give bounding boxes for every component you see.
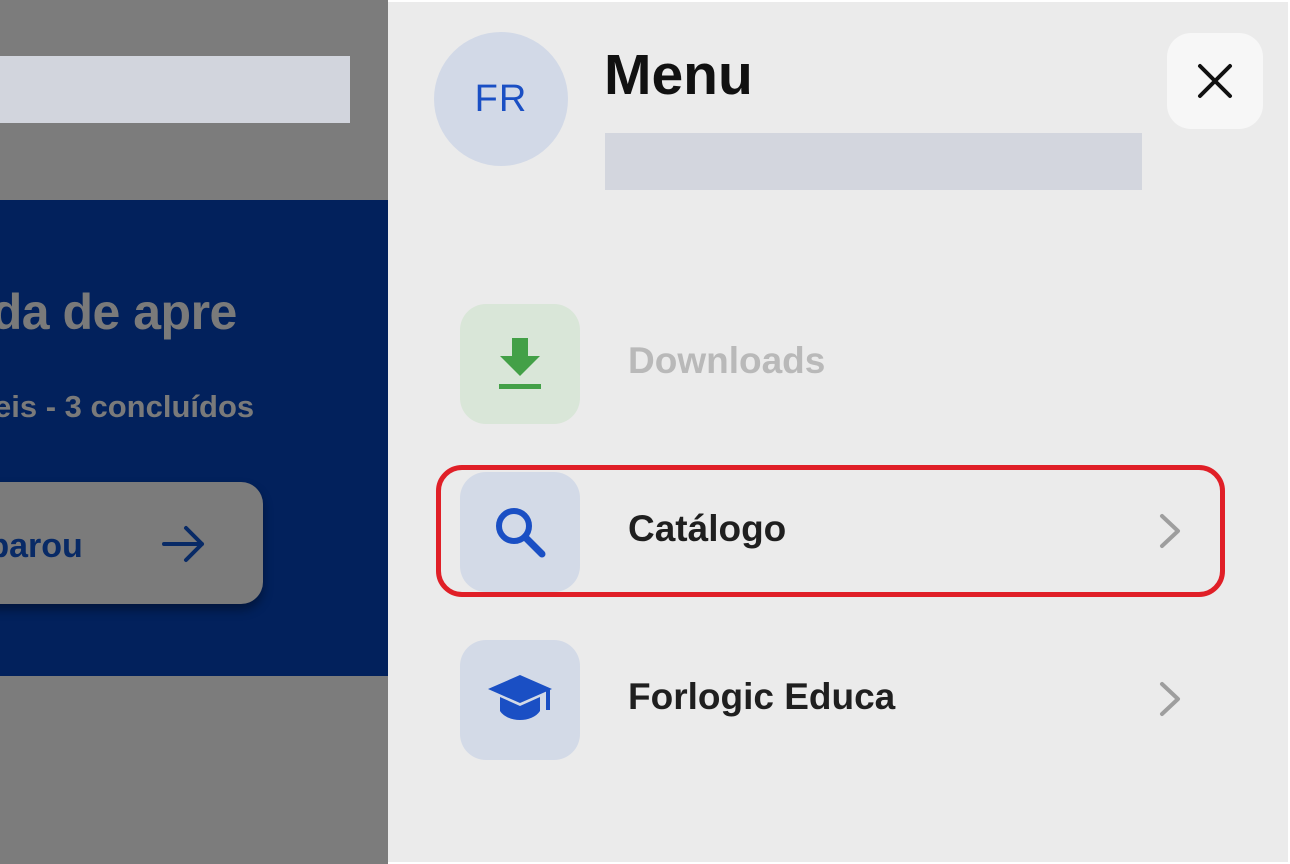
close-icon bbox=[1198, 64, 1232, 98]
background-banner-title: jornada de apre bbox=[0, 284, 237, 340]
search-icon-tile bbox=[460, 472, 580, 592]
close-button[interactable] bbox=[1167, 33, 1263, 129]
user-name-placeholder bbox=[605, 133, 1142, 190]
menu-item-label: Forlogic Educa bbox=[628, 676, 896, 717]
chevron-right-icon bbox=[1160, 514, 1180, 548]
background-continue-button: e parou bbox=[0, 482, 263, 604]
graduation-cap-icon bbox=[488, 675, 552, 720]
menu-item-label: Catálogo bbox=[628, 508, 787, 549]
menu-title: Menu bbox=[604, 43, 753, 107]
avatar-initials: FR bbox=[474, 77, 528, 120]
graduation-cap-icon-tile bbox=[460, 640, 580, 760]
background-page: jornada de apre eis - 3 concluídos e par… bbox=[0, 0, 388, 864]
menu-item-catalogo[interactable]: Catálogo bbox=[438, 466, 1228, 598]
download-icon bbox=[499, 338, 541, 389]
menu-item-label: Downloads bbox=[628, 340, 826, 381]
background-banner bbox=[0, 200, 388, 676]
side-menu-drawer: FR Menu Downloads Catálogo Forlogic Educ… bbox=[388, 0, 1290, 864]
menu-item-downloads[interactable]: Downloads bbox=[438, 298, 1228, 430]
background-continue-button-label: e parou bbox=[0, 527, 83, 565]
avatar[interactable]: FR bbox=[434, 32, 568, 166]
arrow-right-icon bbox=[162, 526, 204, 562]
background-banner-subtitle: eis - 3 concluídos bbox=[0, 389, 255, 424]
chevron-right-icon bbox=[1160, 682, 1180, 716]
background-search-bar bbox=[0, 56, 350, 123]
menu-item-forlogic-educa[interactable]: Forlogic Educa bbox=[438, 634, 1228, 766]
search-icon bbox=[496, 508, 546, 558]
download-icon-tile bbox=[460, 304, 580, 424]
